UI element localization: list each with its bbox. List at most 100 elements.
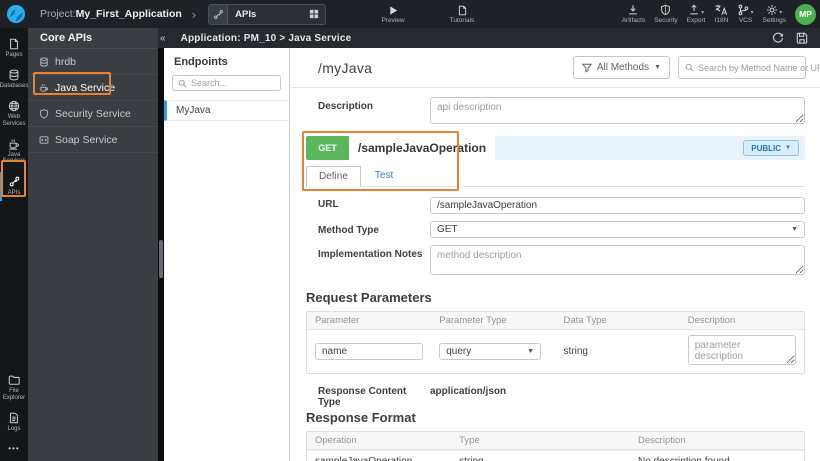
database-icon [39,56,49,67]
download-icon [627,4,639,16]
parameter-type-select[interactable]: query ▼ [439,343,541,360]
all-methods-filter-button[interactable]: All Methods ▼ [572,56,670,79]
chevron-right-icon: › [191,6,197,22]
api-icon [209,4,229,24]
active-indicator [0,172,2,202]
request-parameters-heading: Request Parameters [306,290,432,305]
project-title: Project:My_First_Application [40,8,182,20]
workspace-tab-label: APIs [235,8,257,20]
caret-down-icon: ▼ [654,64,661,71]
core-apis-item-hrdb[interactable]: hrdb [28,49,158,75]
caret-down-icon: ▾ [779,10,783,16]
api-icon [8,175,21,188]
document-icon [457,4,468,16]
sidebar-item-logs[interactable]: Logs [0,409,28,437]
artifacts-button[interactable]: Artifacts [622,4,645,24]
response-format-table: Operation Type Description sampleJavaOpe… [306,431,805,461]
sidebar-item-file-explorer[interactable]: File Explorer [0,371,28,406]
play-icon [388,4,399,16]
sidebar-item-web-services[interactable]: Web Services [0,97,28,132]
coffee-cup-icon [8,138,20,150]
sidebar-item-pages[interactable]: Pages [0,35,28,63]
gear-icon [766,4,778,16]
application-breadcrumb-bar: « Application: PM_10 > Java Service [158,28,820,48]
parameter-description-textarea[interactable] [687,335,796,365]
breadcrumb: Application: PM_10 > Java Service [180,32,352,44]
core-apis-item-java-service[interactable]: Java Service [28,75,158,101]
search-icon [685,63,694,72]
caret-down-icon: ▾ [750,10,754,16]
main-body: Description GET /sampleJavaOperation PUB… [291,88,820,461]
user-avatar[interactable]: MP [795,3,816,25]
i18n-button[interactable]: I18N [714,4,728,24]
description-cell: No description found [630,451,804,461]
preview-button[interactable]: Preview [372,4,414,24]
column-header: Operation [315,435,357,446]
url-input[interactable] [430,197,805,214]
api-designer-main: /myJava All Methods ▼ Search by Method N… [291,48,820,461]
workspace-tab-apis[interactable]: APIs [208,3,327,25]
project-prefix: Project: [40,8,76,20]
visibility-dropdown-button[interactable]: PUBLIC ▼ [743,140,799,156]
operation-cell: sampleJavaOperation [307,451,451,461]
sidebar-item-apis[interactable]: APIs [0,172,28,202]
shield-icon [660,4,671,16]
endpoints-search-input[interactable]: Search... [172,75,281,91]
scrollbar-thumb[interactable] [159,240,163,278]
security-button[interactable]: Security [654,4,678,24]
more-options-button[interactable]: ••• [8,444,19,453]
table-row: query ▼ string [307,330,804,373]
core-apis-panel: Core APIs hrdb Java Service Security Ser… [28,28,158,461]
sidebar-item-java-services[interactable]: Java Services [0,135,28,170]
save-icon[interactable] [796,32,808,44]
sidebar-item-databases[interactable]: Databases [0,66,28,94]
database-icon [8,69,20,81]
endpoint-item-myjava[interactable]: MyJava [164,100,289,121]
column-header: Description [687,315,736,326]
settings-button[interactable]: ▾ Settings [763,4,786,24]
core-apis-title: Core APIs [28,28,158,49]
implementation-notes-textarea[interactable] [430,245,805,275]
method-badge-get[interactable]: GET [306,136,349,160]
column-header: Description [638,435,686,446]
shield-icon [39,108,49,119]
caret-down-icon: ▼ [785,145,791,151]
refresh-icon[interactable] [772,32,784,44]
soap-service-icon [39,135,49,145]
method-type-select[interactable]: GET ▼ [430,221,805,238]
method-search-input[interactable]: Search by Method Name or URL... [678,56,820,79]
table-row: sampleJavaOperation string No descriptio… [307,450,804,461]
collapse-panel-icon[interactable]: « [158,33,169,44]
folder-icon [8,374,20,386]
filter-funnel-icon [581,63,592,73]
operation-tabs: Define Test [306,166,805,187]
export-button[interactable]: ▾ Export [687,4,705,24]
wavemaker-logo-icon[interactable] [6,4,26,24]
main-header: /myJava All Methods ▼ Search by Method N… [291,48,820,88]
caret-down-icon: ▾ [701,10,705,16]
implementation-notes-label: Implementation Notes [318,249,423,260]
column-header: Data Type [563,315,607,326]
tutorials-button[interactable]: Tutorials [440,4,484,24]
core-apis-item-security-service[interactable]: Security Service [28,101,158,127]
url-label: URL [318,199,339,210]
project-name: My_First_Application [75,8,182,20]
panel-scrollbar[interactable] [158,28,164,461]
tab-test[interactable]: Test [361,165,407,186]
column-header: Parameter Type [439,315,507,326]
parameter-name-input[interactable] [315,343,424,360]
endpoints-panel: Endpoints Search... MyJava [164,48,290,461]
core-apis-item-soap-service[interactable]: Soap Service [28,127,158,153]
grid-icon[interactable] [309,9,319,19]
response-format-heading: Response Format [306,410,416,425]
topbar-actions: Artifacts Security ▾ Export I18N ▾ VCS ▾… [622,0,816,28]
response-content-type-label: Response Content Type [318,386,407,408]
api-description-textarea[interactable] [430,97,805,124]
tab-define[interactable]: Define [306,166,361,187]
method-type-label: Method Type [318,225,379,236]
vcs-button[interactable]: ▾ VCS [737,4,754,24]
page-title: /myJava [318,59,373,76]
operation-header-bar[interactable]: GET /sampleJavaOperation PUBLIC ▼ [306,136,805,160]
column-header: Type [459,435,480,446]
upload-icon [688,4,700,16]
